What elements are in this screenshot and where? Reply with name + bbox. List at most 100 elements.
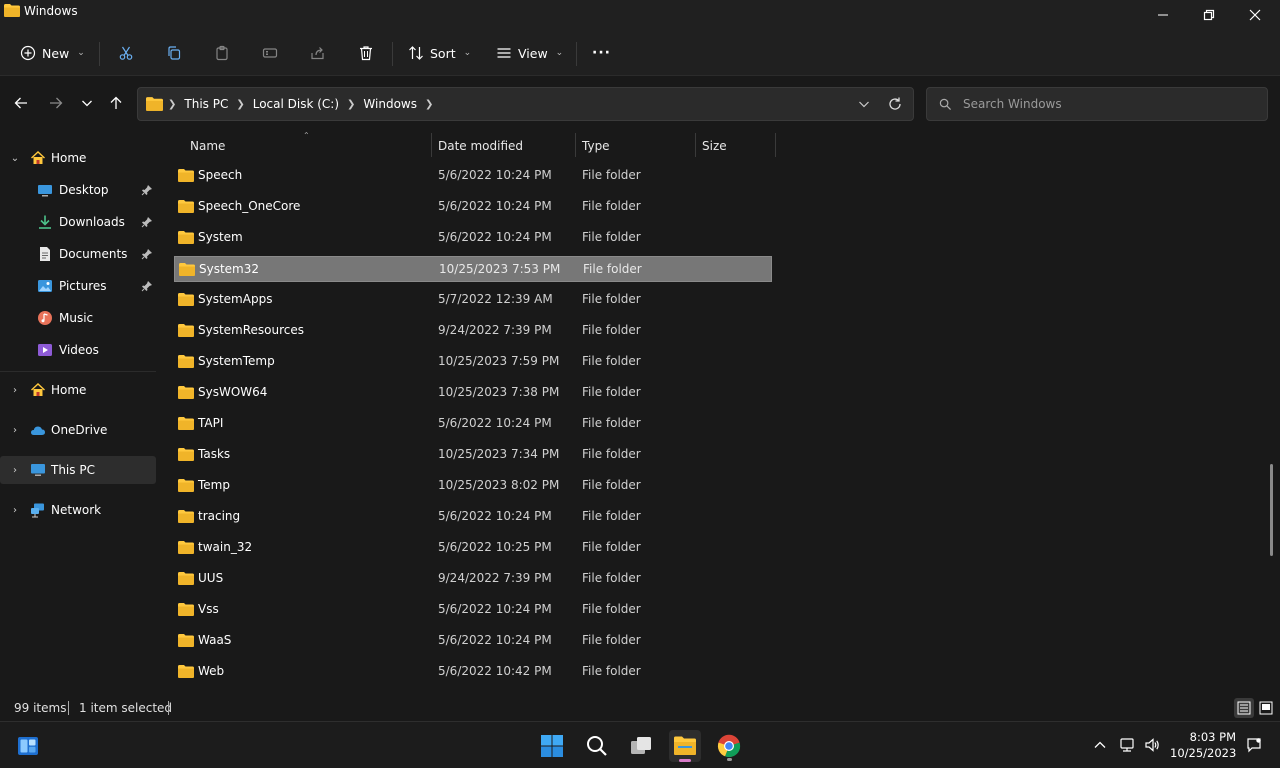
sidebar-item-network[interactable]: › Network [0, 496, 156, 524]
close-button[interactable] [1232, 0, 1278, 30]
tiles-view-button[interactable] [1256, 698, 1276, 718]
column-divider[interactable] [695, 133, 696, 157]
table-row[interactable]: SysWOW64 10/25/2023 7:38 PM File folder [174, 380, 772, 406]
share-button[interactable] [310, 38, 326, 68]
file-name: System [198, 230, 243, 244]
chevron-right-icon[interactable]: › [9, 385, 21, 396]
folder-icon [178, 386, 194, 399]
sidebar-item-this-pc[interactable]: › This PC [0, 456, 156, 484]
column-header-name[interactable]: Name [190, 133, 225, 159]
start-button[interactable] [536, 730, 568, 762]
breadcrumb-windows[interactable]: Windows [363, 97, 417, 111]
notifications-button[interactable] [1244, 736, 1264, 754]
sidebar-item-label: Music [59, 311, 94, 325]
table-row[interactable]: SystemResources 9/24/2022 7:39 PM File fol… [174, 318, 772, 344]
table-row[interactable]: Tasks 10/25/2023 7:34 PM File folder [174, 442, 772, 468]
network-tray-button[interactable] [1117, 736, 1137, 754]
column-header-date-modified[interactable]: Date modified [438, 133, 523, 159]
folder-icon [178, 541, 194, 554]
arrow-up-icon [110, 96, 122, 109]
breadcrumb-local-disk[interactable]: Local Disk (C:) [253, 97, 339, 111]
chevron-right-icon[interactable]: › [9, 465, 21, 476]
search-input[interactable] [963, 94, 1253, 114]
chevron-down-icon[interactable]: ⌄ [9, 153, 21, 164]
task-view-button[interactable] [625, 730, 657, 762]
sort-button[interactable]: Sort ⌄ [408, 38, 471, 68]
table-row[interactable]: Speech 5/6/2022 10:24 PM File folder [174, 163, 772, 189]
clock[interactable]: 8:03 PM 10/25/2023 [1170, 729, 1236, 761]
window-title: Windows [24, 4, 78, 18]
column-header-size[interactable]: Size [702, 133, 727, 159]
refresh-icon[interactable] [887, 96, 903, 112]
table-row[interactable]: TAPI 5/6/2022 10:24 PM File folder [174, 411, 772, 437]
widgets-button[interactable] [12, 730, 44, 762]
table-row[interactable]: WaaS 5/6/2022 10:24 PM File folder [174, 628, 772, 654]
arrow-right-icon [50, 97, 63, 109]
table-row[interactable]: System32 10/25/2023 7:53 PM File folder [174, 256, 772, 282]
show-hidden-icons-button[interactable] [1090, 736, 1110, 754]
sidebar-item-pictures[interactable]: Pictures [0, 272, 156, 300]
search-box[interactable] [926, 87, 1268, 121]
more-options-button[interactable]: ··· [592, 38, 611, 68]
column-divider[interactable] [431, 133, 432, 157]
windows-logo-icon [541, 735, 563, 757]
table-row[interactable]: Temp 10/25/2023 8:02 PM File folder [174, 473, 772, 499]
table-row[interactable]: UUS 9/24/2022 7:39 PM File folder [174, 566, 772, 592]
copy-button[interactable] [166, 38, 182, 68]
new-button[interactable]: New ⌄ [20, 38, 85, 68]
forward-button[interactable] [44, 91, 68, 115]
view-button[interactable]: View ⌄ [496, 38, 563, 68]
sidebar-item-onedrive[interactable]: › OneDrive [0, 416, 156, 444]
sidebar-item-videos[interactable]: Videos [0, 336, 156, 364]
sidebar-item-home[interactable]: ⌄ Home [0, 144, 156, 172]
sidebar-item-documents[interactable]: Documents [0, 240, 156, 268]
back-button[interactable] [9, 91, 33, 115]
delete-button[interactable] [358, 38, 374, 68]
sidebar-item-downloads[interactable]: Downloads [0, 208, 156, 236]
sidebar-item-desktop[interactable]: Desktop [0, 176, 156, 204]
table-row[interactable]: Web 5/6/2022 10:42 PM File folder [174, 659, 772, 685]
column-divider[interactable] [575, 133, 576, 157]
up-button[interactable] [104, 91, 128, 115]
folder-icon [178, 634, 194, 647]
sidebar-item-home-root[interactable]: › Home [0, 376, 156, 404]
sidebar-item-music[interactable]: Music [0, 304, 156, 332]
file-list: ⌃ Name Date modified Type Size Speech 5/6… [160, 131, 1270, 695]
file-name: Tasks [198, 447, 231, 461]
chrome-taskbar-button[interactable] [713, 730, 745, 762]
taskbar: 8:03 PM 10/25/2023 [0, 721, 1280, 768]
minimize-button[interactable] [1140, 0, 1186, 30]
cut-button[interactable] [118, 38, 134, 68]
folder-icon [178, 200, 194, 213]
address-history-chevron-icon[interactable] [857, 97, 871, 111]
table-row[interactable]: tracing 5/6/2022 10:24 PM File folder [174, 504, 772, 530]
share-icon [311, 47, 324, 60]
details-view-button[interactable] [1234, 698, 1254, 718]
rename-button[interactable] [262, 38, 278, 68]
file-date-modified: 5/6/2022 10:24 PM [438, 509, 552, 523]
file-explorer-taskbar-button[interactable] [669, 730, 701, 762]
search-taskbar-button[interactable] [581, 730, 613, 762]
file-name: twain_32 [198, 540, 253, 554]
table-row[interactable]: Vss 5/6/2022 10:24 PM File folder [174, 597, 772, 623]
breadcrumb-this-pc[interactable]: This PC [184, 97, 228, 111]
recent-locations-button[interactable] [75, 91, 99, 115]
column-header-type[interactable]: Type [582, 133, 610, 159]
volume-tray-button[interactable] [1142, 736, 1162, 754]
sort-icon [409, 46, 423, 60]
restore-button[interactable] [1186, 0, 1232, 30]
chevron-right-icon[interactable]: › [9, 505, 21, 516]
table-row[interactable]: System 5/6/2022 10:24 PM File folder [174, 225, 772, 251]
sidebar-divider [0, 371, 156, 372]
table-row[interactable]: SystemApps 5/7/2022 12:39 AM File folder [174, 287, 772, 313]
scrollbar-thumb[interactable] [1270, 464, 1273, 556]
file-type: File folder [582, 385, 641, 399]
address-bar[interactable]: ❯ This PC ❯ Local Disk (C:) ❯ Windows ❯ [137, 87, 914, 121]
table-row[interactable]: twain_32 5/6/2022 10:25 PM File folder [174, 535, 772, 561]
paste-button[interactable] [214, 38, 230, 68]
table-row[interactable]: SystemTemp 10/25/2023 7:59 PM File folder [174, 349, 772, 375]
chevron-right-icon[interactable]: › [9, 425, 21, 436]
column-divider[interactable] [775, 133, 776, 157]
vertical-scrollbar[interactable] [1268, 131, 1274, 695]
table-row[interactable]: Speech_OneCore 5/6/2022 10:24 PM File fold… [174, 194, 772, 220]
